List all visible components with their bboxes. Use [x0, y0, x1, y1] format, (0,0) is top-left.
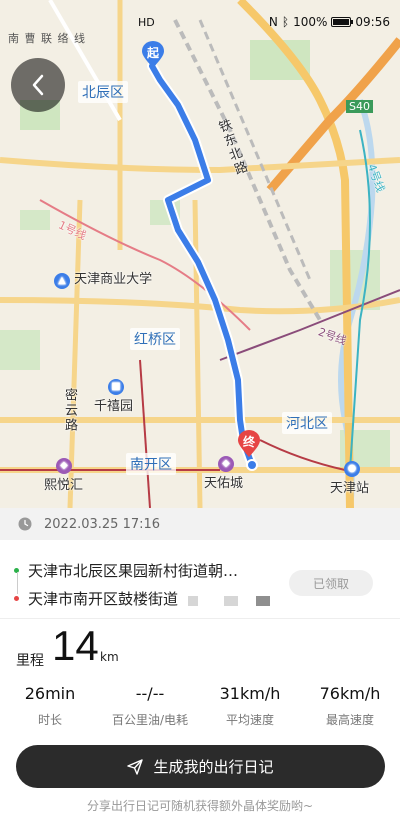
start-marker: 起: [141, 41, 165, 69]
stat-label: 时长: [37, 713, 62, 727]
trip-stats: 26min 时长 --/-- 百公里油/电耗 31km/h 平均速度 76km/…: [0, 683, 400, 731]
back-button[interactable]: [11, 58, 65, 112]
divider: [0, 618, 400, 619]
route-map[interactable]: 南 曹 联 络 线 HD N ᛒ 100% 09:56 北辰区 红桥区 河北区 …: [0, 0, 400, 508]
mileage-value: 14: [52, 622, 99, 669]
redaction-mark: [224, 596, 238, 606]
send-icon: [127, 758, 144, 775]
poi-label: ● 天津站: [330, 461, 370, 496]
station-icon: ●: [344, 461, 360, 477]
road-label: 密云路: [62, 388, 77, 433]
stat-value: 26min: [24, 684, 76, 703]
stat-max-speed: 76km/h 最高速度: [300, 683, 400, 731]
clock-icon: [18, 517, 32, 531]
generate-diary-button[interactable]: 生成我的出行日记: [16, 745, 385, 788]
poi-label: ◆ 熙悦汇: [44, 458, 84, 493]
trip-date-bar: 2022.03.25 17:16: [0, 508, 400, 540]
nfc-icon: N: [268, 15, 278, 29]
poi-label: ■ 千禧园: [94, 379, 134, 414]
building-icon: ■: [108, 379, 124, 395]
clock: 09:56: [355, 15, 390, 29]
status-bar: 南 曹 联 络 线 HD N ᛒ 100% 09:56: [0, 0, 400, 45]
bluetooth-icon: ᛒ: [281, 15, 290, 29]
battery-icon: [331, 17, 354, 27]
stat-duration: 26min 时长: [0, 683, 100, 731]
stat-average-speed: 31km/h 平均速度: [200, 683, 300, 731]
battery-percent: 100%: [293, 15, 328, 29]
redaction-mark: [256, 596, 270, 606]
mileage-unit: km: [100, 650, 119, 664]
shopping-icon: ◆: [218, 456, 234, 472]
map-top-label: 南 曹 联 络 线: [8, 32, 86, 45]
signal-indicator: HD: [138, 16, 155, 29]
district-label: 河北区: [282, 412, 332, 434]
end-marker: 终: [237, 430, 261, 458]
trip-addresses: 天津市北辰区果园新村街道朝… 天津市南开区鼓楼街道 已领取: [0, 548, 400, 618]
poi-label: ▲ 天津商业大学: [54, 268, 152, 289]
district-label: 南开区: [126, 453, 176, 475]
start-address: 天津市北辰区果园新村街道朝…: [28, 562, 239, 580]
poi-label: ◆ 天佑城: [204, 456, 244, 491]
road-label: S40: [346, 100, 373, 113]
stat-label: 最高速度: [325, 713, 374, 727]
trip-date: 2022.03.25 17:16: [44, 516, 161, 532]
stat-label: 平均速度: [225, 713, 274, 727]
generate-diary-label: 生成我的出行日记: [153, 758, 274, 776]
stat-value: --/--: [135, 684, 165, 703]
stat-label: 百公里油/电耗: [111, 713, 189, 727]
stat-consumption: --/-- 百公里油/电耗: [100, 683, 200, 731]
claimed-badge[interactable]: 已领取: [289, 570, 373, 596]
stat-value: 76km/h: [319, 684, 381, 703]
shopping-icon: ◆: [56, 458, 72, 474]
district-label: 红桥区: [130, 328, 180, 350]
chevron-left-icon: [32, 74, 44, 96]
school-icon: ▲: [54, 273, 70, 289]
mileage-label: 里程: [16, 653, 44, 669]
reward-hint: 分享出行日记可随机获得额外晶体奖励哟~: [86, 799, 314, 813]
district-label: 北辰区: [78, 81, 128, 103]
stat-value: 31km/h: [219, 684, 281, 703]
end-address: 天津市南开区鼓楼街道: [28, 590, 179, 608]
end-dot: [14, 596, 19, 601]
redaction-mark: [188, 596, 198, 606]
